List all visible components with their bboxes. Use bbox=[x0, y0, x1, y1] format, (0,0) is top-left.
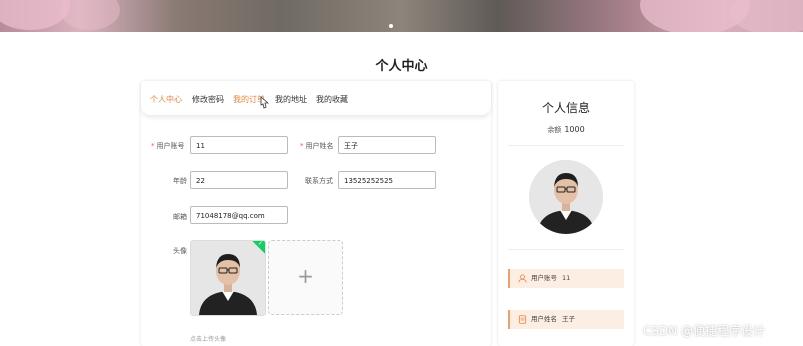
hero-banner bbox=[0, 0, 803, 32]
tab-profile-center[interactable]: 个人中心 bbox=[150, 94, 182, 105]
phone-input[interactable]: 13525252525 bbox=[338, 171, 436, 189]
email-label: 邮箱 bbox=[173, 213, 187, 221]
profile-form-card: 个人中心 修改密码 我的订单 我的地址 我的收藏 * 用户账号 11 * 用户姓名 … bbox=[141, 81, 491, 346]
age-label: 年龄 bbox=[173, 177, 187, 185]
balance: 余额 1000 bbox=[498, 125, 634, 135]
avatar-photo bbox=[191, 241, 265, 315]
avatar-label: 头像 bbox=[173, 247, 187, 255]
username-input[interactable]: 11 bbox=[190, 136, 288, 154]
personal-info-title: 个人信息 bbox=[541, 101, 590, 115]
document-icon bbox=[518, 315, 527, 324]
age-input[interactable]: 22 bbox=[190, 171, 288, 189]
upload-hint: 点击上传头像 bbox=[190, 336, 227, 343]
divider bbox=[508, 249, 624, 250]
tab-change-password[interactable]: 修改密码 bbox=[192, 94, 224, 105]
personal-info-card: 个人信息 余额 1000 用户账号 11 用户姓名 王子 bbox=[498, 81, 634, 346]
fullname-input[interactable]: 王子 bbox=[338, 136, 436, 154]
fullname-label: * 用户姓名 bbox=[300, 142, 334, 150]
check-icon: ✓ bbox=[257, 240, 263, 247]
user-icon bbox=[518, 274, 527, 283]
username-label: * 用户账号 bbox=[151, 142, 185, 150]
plus-icon: + bbox=[297, 264, 314, 288]
email-input[interactable]: 71048178@qq.com bbox=[190, 206, 288, 224]
watermark: CSDN @便捷程序设计 bbox=[643, 324, 766, 338]
tab-my-address[interactable]: 我的地址 bbox=[275, 94, 307, 105]
info-row-label: 用户账号 bbox=[531, 274, 557, 282]
avatar-upload-button[interactable]: + bbox=[268, 240, 343, 315]
tab-my-favorites[interactable]: 我的收藏 bbox=[316, 94, 348, 105]
info-row-value: 11 bbox=[562, 274, 571, 282]
avatar bbox=[529, 160, 603, 234]
info-row-fullname: 用户姓名 王子 bbox=[508, 310, 624, 329]
mouse-cursor-icon bbox=[260, 96, 269, 109]
page-title: 个人中心 bbox=[375, 59, 428, 74]
avatar-preview[interactable]: ✓ bbox=[190, 240, 266, 316]
info-row-value: 王子 bbox=[562, 315, 575, 323]
phone-label: 联系方式 bbox=[305, 177, 333, 185]
carousel-dot[interactable] bbox=[389, 24, 393, 28]
info-row-label: 用户姓名 bbox=[531, 315, 557, 323]
balance-label: 余额 bbox=[547, 126, 562, 134]
profile-tabs: 个人中心 修改密码 我的订单 我的地址 我的收藏 bbox=[141, 81, 491, 116]
balance-value: 1000 bbox=[564, 125, 585, 134]
info-row-username: 用户账号 11 bbox=[508, 269, 624, 288]
divider bbox=[508, 145, 624, 146]
